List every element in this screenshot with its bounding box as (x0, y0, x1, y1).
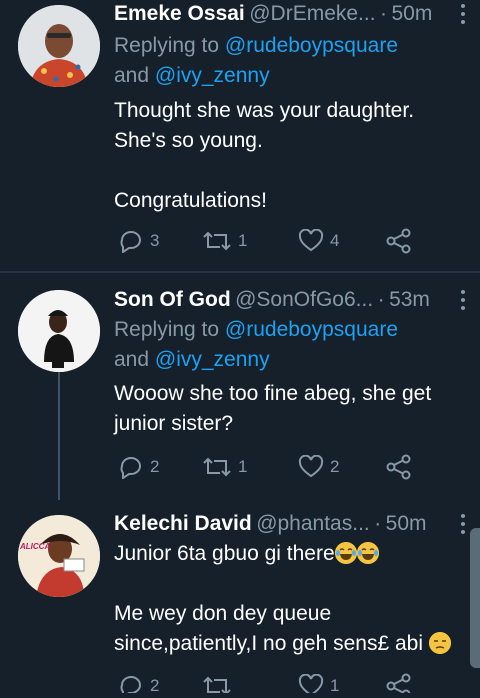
tweet-text-line: Thought she was your daughter. (114, 99, 415, 122)
mention-link[interactable]: @rudeboypsquare (225, 34, 398, 57)
reply-button[interactable]: 3 (118, 228, 159, 254)
reply-count: 2 (150, 457, 160, 476)
replying-prefix: Replying to (114, 34, 220, 57)
tweet-text-line: Congratulations! (114, 189, 267, 212)
display-name[interactable]: Son Of God (114, 288, 231, 311)
like-icon (298, 455, 324, 478)
replying-and: and (114, 64, 150, 87)
user-handle[interactable]: @SonOfGo6... (235, 288, 373, 311)
separator: · (377, 288, 385, 311)
tweet-1[interactable]: Emeke Ossai @DrEmeke... · 50m Replying t… (0, 0, 480, 270)
avatar[interactable] (18, 5, 100, 87)
share-icon (386, 454, 411, 480)
tweet-text: Thought she was your daughter. She's so … (114, 96, 462, 216)
mention-link[interactable]: @ivy_zenny (155, 348, 270, 371)
user-handle[interactable]: @DrEmeke... (249, 2, 375, 25)
tweet-text-fragment: since,patiently,I no geh sens£ abi (114, 632, 423, 655)
like-count: 4 (330, 231, 340, 250)
tweet-header: Kelechi David @phantas... · 50m (114, 512, 466, 542)
share-icon (386, 228, 411, 254)
tweet-text-line: junior sister? (114, 412, 234, 435)
retweet-icon (203, 676, 231, 693)
separator: · (380, 2, 388, 25)
reply-icon (120, 231, 141, 253)
reply-icon (120, 676, 141, 693)
mention-link[interactable]: @rudeboypsquare (225, 318, 398, 341)
mention-link[interactable]: @ivy_zenny (155, 64, 270, 87)
tweet-3[interactable]: ALICCA Kelechi David @phantas... · 50m J… (0, 510, 480, 698)
share-button[interactable] (386, 454, 412, 480)
tweet-header: Emeke Ossai @DrEmeke... · 50m (114, 2, 466, 32)
tweet-actions: 3 1 4 (114, 228, 414, 254)
reply-button[interactable]: 2 (118, 673, 159, 693)
retweet-button[interactable]: 1 (202, 228, 247, 254)
avatar-overlay-text: ALICCA (20, 542, 51, 551)
avatar[interactable]: ALICCA (18, 515, 100, 597)
laughing-crying-emoji (334, 542, 357, 564)
replying-prefix: Replying to (114, 318, 220, 341)
display-name[interactable]: Emeke Ossai (114, 2, 245, 25)
tweet-header: Son Of God @SonOfGo6... · 53m (114, 288, 466, 318)
scrollbar[interactable] (470, 528, 480, 668)
reply-count: 3 (150, 231, 160, 250)
more-icon[interactable] (460, 514, 466, 538)
unamused-emoji (428, 632, 451, 654)
profile-photo-icon (18, 5, 100, 87)
tweet-text-line: Me wey don dey queue (114, 602, 332, 625)
user-handle[interactable]: @phantas... (256, 512, 370, 535)
like-icon (298, 229, 324, 252)
like-count: 1 (330, 676, 340, 693)
retweet-count: 1 (238, 231, 248, 250)
laughing-crying-emoji (356, 542, 379, 564)
timestamp[interactable]: 50m (391, 2, 432, 25)
tweet-actions: 2 1 2 (114, 454, 414, 480)
reply-icon (120, 457, 141, 479)
reply-count: 2 (150, 676, 160, 693)
tweet-actions: 2 1 (114, 673, 414, 693)
like-icon (298, 674, 324, 693)
reply-button[interactable]: 2 (118, 454, 159, 480)
retweet-icon (203, 231, 231, 251)
tweet-text-line: She's so young. (114, 129, 263, 152)
retweet-button[interactable] (202, 673, 232, 693)
replying-and: and (114, 348, 150, 371)
display-name[interactable]: Kelechi David (114, 512, 252, 535)
avatar[interactable] (18, 290, 100, 372)
tweet-text-line: Junior 6ta gbuo gi there (114, 539, 462, 569)
like-count: 2 (330, 457, 340, 476)
replying-to: Replying to @rudeboypsquare and @ivy_zen… (114, 315, 466, 375)
divider (0, 271, 480, 273)
tweet-2[interactable]: Son Of God @SonOfGo6... · 53m Replying t… (0, 286, 480, 496)
like-button[interactable]: 1 (298, 673, 339, 693)
separator: · (374, 512, 382, 535)
like-button[interactable]: 2 (298, 454, 339, 480)
tweet-text: Wooow she too fine abeg, she get junior … (114, 379, 462, 439)
retweet-icon (203, 457, 231, 477)
share-icon (386, 673, 411, 693)
share-button[interactable] (386, 228, 412, 254)
replying-to: Replying to @rudeboypsquare and @ivy_zen… (114, 31, 466, 91)
timestamp[interactable]: 50m (386, 512, 427, 535)
retweet-button[interactable]: 1 (202, 454, 247, 480)
more-icon[interactable] (460, 4, 466, 28)
profile-photo-icon (18, 515, 100, 597)
tweet-text-line: since,patiently,I no geh sens£ abi (114, 629, 462, 659)
share-button[interactable] (386, 673, 412, 693)
profile-photo-icon (18, 290, 100, 372)
timestamp[interactable]: 53m (389, 288, 430, 311)
retweet-count: 1 (238, 457, 248, 476)
tweet-text-line: Wooow she too fine abeg, she get (114, 382, 432, 405)
tweet-text-fragment: Junior 6ta gbuo gi there (114, 542, 335, 565)
like-button[interactable]: 4 (298, 228, 339, 254)
tweet-text: Junior 6ta gbuo gi there Me wey don dey … (114, 539, 462, 659)
more-icon[interactable] (460, 290, 466, 314)
